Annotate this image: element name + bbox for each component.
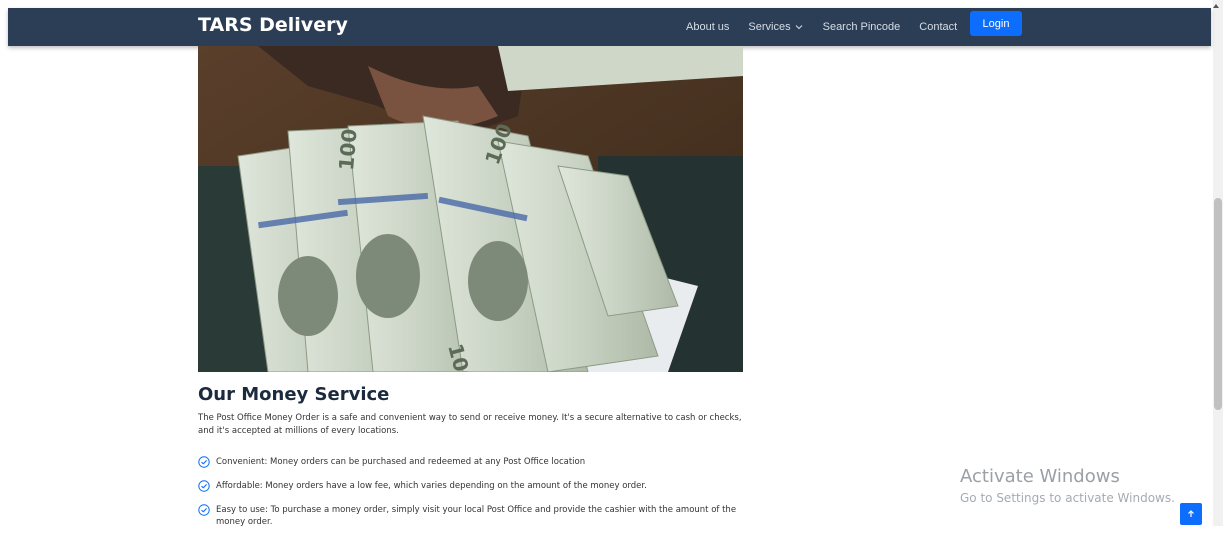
brand-logo[interactable]: TARS Delivery — [198, 14, 348, 36]
nav-search-pincode[interactable]: Search Pincode — [823, 21, 901, 33]
main-nav: About us Services Search Pincode Contact — [686, 8, 976, 46]
feature-item: Affordable: Money orders have a low fee,… — [198, 480, 758, 492]
feature-list: Convenient: Money orders can be purchase… — [198, 456, 758, 540]
feature-text: Affordable: Money orders have a low fee,… — [216, 481, 647, 491]
feature-text: Easy to use: To purchase a money order, … — [216, 505, 737, 527]
section-title: Our Money Service — [198, 384, 390, 405]
activate-windows-subtitle: Go to Settings to activate Windows. — [960, 491, 1175, 505]
nav-services[interactable]: Services — [748, 21, 803, 33]
nav-contact[interactable]: Contact — [919, 21, 957, 33]
top-navbar: TARS Delivery About us Services Search P… — [8, 8, 1211, 46]
section-description: The Post Office Money Order is a safe an… — [198, 413, 742, 436]
scrollbar-thumb[interactable] — [1214, 198, 1222, 410]
nav-services-label: Services — [748, 21, 791, 33]
nav-about-us[interactable]: About us — [686, 21, 729, 33]
login-button[interactable]: Login — [970, 11, 1022, 36]
svg-text:100: 100 — [334, 128, 362, 172]
feature-item: Convenient: Money orders can be purchase… — [198, 456, 758, 468]
check-circle-icon — [198, 480, 210, 492]
arrow-up-icon — [1188, 510, 1194, 517]
back-to-top-button[interactable] — [1180, 503, 1202, 525]
feature-item: Easy to use: To purchase a money order, … — [198, 504, 758, 528]
feature-text: Convenient: Money orders can be purchase… — [216, 457, 586, 467]
money-hero-image: 100 100 100 — [198, 46, 743, 372]
chevron-down-icon — [795, 25, 802, 30]
check-circle-icon — [198, 504, 210, 516]
check-circle-icon — [198, 456, 210, 468]
scroll-up-arrow-icon[interactable] — [1212, 2, 1220, 10]
activate-windows-title: Activate Windows — [960, 466, 1120, 487]
